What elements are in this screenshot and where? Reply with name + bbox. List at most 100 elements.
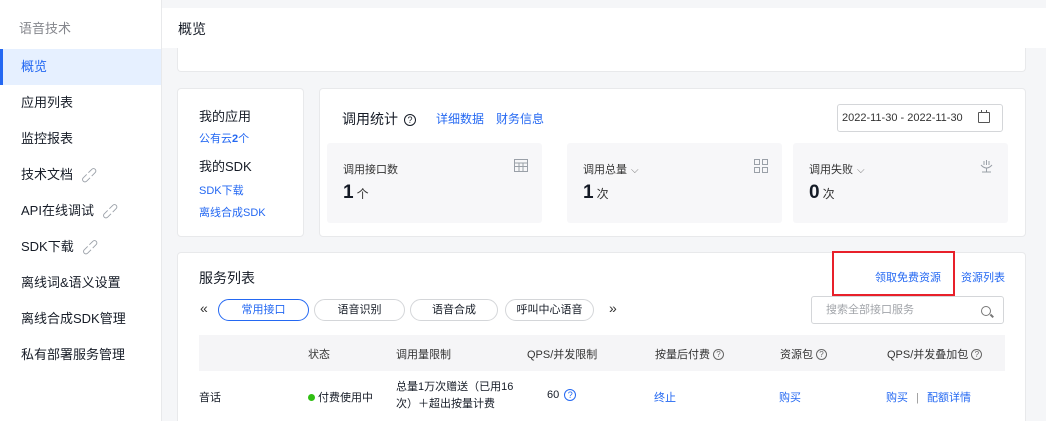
sidebar-item-label: 离线合成SDK管理	[21, 311, 126, 326]
sidebar-item-label: 监控报表	[21, 131, 74, 146]
external-link-icon: ⊂⊃	[77, 234, 102, 260]
sidebar-item-offline-words[interactable]: 离线词&语义设置	[0, 265, 161, 301]
column-header-text: 资源包	[780, 349, 813, 361]
metric-number: 1	[343, 182, 354, 203]
external-link-icon: ⊂⊃	[97, 198, 123, 224]
call-stats-title: 调用统计?	[342, 109, 416, 129]
table-icon	[514, 159, 528, 175]
offline-sdk-link[interactable]: 离线合成SDK	[199, 204, 266, 220]
sidebar-item-sdk-download[interactable]: SDK下载 ⊂⊃	[0, 229, 161, 265]
metric-total-calls: 调用总量 ⌵ 1次	[567, 143, 782, 223]
detail-data-link[interactable]: 详细数据	[436, 110, 484, 127]
service-name: 音话	[199, 392, 221, 404]
metric-label: 调用总量 ⌵	[583, 161, 639, 177]
sidebar-item-label: API在线调试	[21, 203, 94, 218]
call-limit-line: 总量1万次赠送（已用16	[396, 381, 514, 393]
sidebar-item-api-debug[interactable]: API在线调试 ⊂⊃	[0, 193, 161, 229]
sidebar-item-private-deploy[interactable]: 私有部署服务管理	[0, 337, 161, 373]
metric-label: 调用接口数	[343, 164, 398, 176]
column-header: 调用量限制	[396, 349, 451, 361]
sidebar-item-monitoring[interactable]: 监控报表	[0, 121, 161, 157]
quota-detail-link[interactable]: 配额详情	[927, 392, 971, 404]
sidebar-item-docs[interactable]: 技术文档 ⊂⊃	[0, 157, 161, 193]
column-header: 资源包?	[780, 346, 827, 362]
search-icon[interactable]	[981, 306, 991, 316]
metric-value: 1个	[343, 182, 369, 204]
service-list-title: 服务列表	[199, 270, 255, 286]
tab-call-center[interactable]: 呼叫中心语音	[505, 299, 594, 321]
metric-value: 0次	[809, 182, 835, 204]
call-stats-title-text: 调用统计	[342, 111, 398, 127]
column-header-text: QPS/并发叠加包	[887, 349, 969, 361]
help-icon[interactable]: ?	[971, 349, 983, 360]
service-search-input[interactable]	[811, 296, 1004, 324]
public-cloud-link[interactable]: 公有云2个	[199, 130, 249, 146]
column-header: 按量后付费?	[655, 346, 724, 362]
scroll-left-icon[interactable]: «	[200, 300, 208, 316]
column-header: QPS/并发叠加包?	[887, 346, 983, 362]
tab-speech-synthesis[interactable]: 语音合成	[410, 299, 498, 321]
help-icon[interactable]: ?	[404, 114, 416, 126]
tab-speech-recognition[interactable]: 语音识别	[314, 299, 405, 321]
metric-unit: 次	[596, 187, 609, 201]
my-apps-heading: 我的应用	[199, 109, 252, 124]
metric-unit: 次	[822, 187, 835, 201]
column-header: 状态	[308, 349, 330, 361]
metric-failed-calls: 调用失败 ⌵ 0次	[793, 143, 1008, 223]
sidebar-item-label: 技术文档	[21, 167, 74, 182]
sidebar-item-overview[interactable]: 概览	[0, 49, 161, 85]
call-stats-card: 调用统计? 详细数据 财务信息 2022-11-30 - 2022-11-30 …	[319, 88, 1026, 237]
sidebar-title: 语音技术	[19, 21, 72, 36]
metric-interfaces: 调用接口数 1个	[327, 143, 542, 223]
external-link-icon: ⊂⊃	[77, 162, 102, 188]
sidebar-item-label: 应用列表	[21, 95, 74, 110]
service-table-header: 状态 调用量限制 QPS/并发限制 按量后付费? 资源包? QPS/并发叠加包?	[199, 335, 1005, 371]
separator: |	[916, 392, 919, 404]
terminate-postpay-link[interactable]: 终止	[654, 389, 676, 405]
sidebar-item-app-list[interactable]: 应用列表	[0, 85, 161, 121]
buy-addon-link[interactable]: 购买	[886, 392, 908, 404]
metric-value: 1次	[583, 182, 609, 204]
column-header: QPS/并发限制	[527, 349, 598, 361]
buy-package-link[interactable]: 购买	[779, 389, 801, 405]
metric-unit: 个	[356, 187, 369, 201]
addon-actions: 购买 | 配额详情	[886, 389, 971, 405]
page-header: 概览	[162, 8, 1046, 48]
sidebar-item-label: 私有部署服务管理	[21, 347, 126, 362]
qps-limit: 60?	[547, 389, 577, 401]
status-text: 付费使用中	[318, 392, 373, 404]
column-header-text: 按量后付费	[655, 349, 710, 361]
help-icon[interactable]: ?	[816, 349, 827, 360]
finance-info-link[interactable]: 财务信息	[496, 110, 544, 127]
resource-list-link[interactable]: 资源列表	[961, 269, 1005, 285]
metric-number: 0	[809, 182, 820, 203]
status-dot-icon	[308, 394, 315, 401]
grid-icon	[754, 159, 768, 176]
help-icon[interactable]: ?	[713, 349, 724, 360]
date-range-picker[interactable]: 2022-11-30 - 2022-11-30	[837, 104, 1003, 132]
sidebar-item-label: 概览	[21, 59, 48, 74]
scroll-right-icon[interactable]: »	[609, 300, 617, 316]
calendar-icon	[978, 110, 990, 123]
sidebar-item-label: SDK下载	[21, 239, 74, 254]
chevron-down-icon[interactable]: ⌵	[857, 165, 865, 176]
date-range-value: 2022-11-30 - 2022-11-30	[842, 112, 963, 124]
sidebar: 语音技术 概览 应用列表 监控报表 技术文档 ⊂⊃ API在线调试 ⊂⊃ SDK下载…	[0, 0, 162, 421]
my-sdk-heading: 我的SDK	[199, 159, 252, 174]
my-apps-card: 我的应用 公有云2个 我的SDK SDK下载 离线合成SDK	[177, 88, 304, 237]
metric-label-text: 调用总量	[583, 164, 627, 176]
qps-value: 60	[547, 389, 560, 401]
spa-icon	[979, 159, 994, 176]
tab-common-interfaces[interactable]: 常用接口	[218, 299, 309, 321]
metric-label: 调用失败 ⌵	[809, 161, 865, 177]
chevron-down-icon[interactable]: ⌵	[631, 165, 639, 176]
sdk-download-link[interactable]: SDK下载	[199, 182, 244, 198]
call-limit-line: 次）＋超出按量计费	[396, 398, 495, 410]
sidebar-item-offline-sdk[interactable]: 离线合成SDK管理	[0, 301, 161, 337]
help-icon[interactable]: ?	[564, 389, 577, 401]
highlight-annotation-box	[832, 251, 955, 296]
call-limit: 总量1万次赠送（已用16 次）＋超出按量计费	[396, 379, 513, 413]
metric-label-text: 调用失败	[809, 164, 853, 176]
public-cloud-unit: 个	[238, 133, 250, 145]
sidebar-item-label: 离线词&语义设置	[21, 275, 121, 290]
